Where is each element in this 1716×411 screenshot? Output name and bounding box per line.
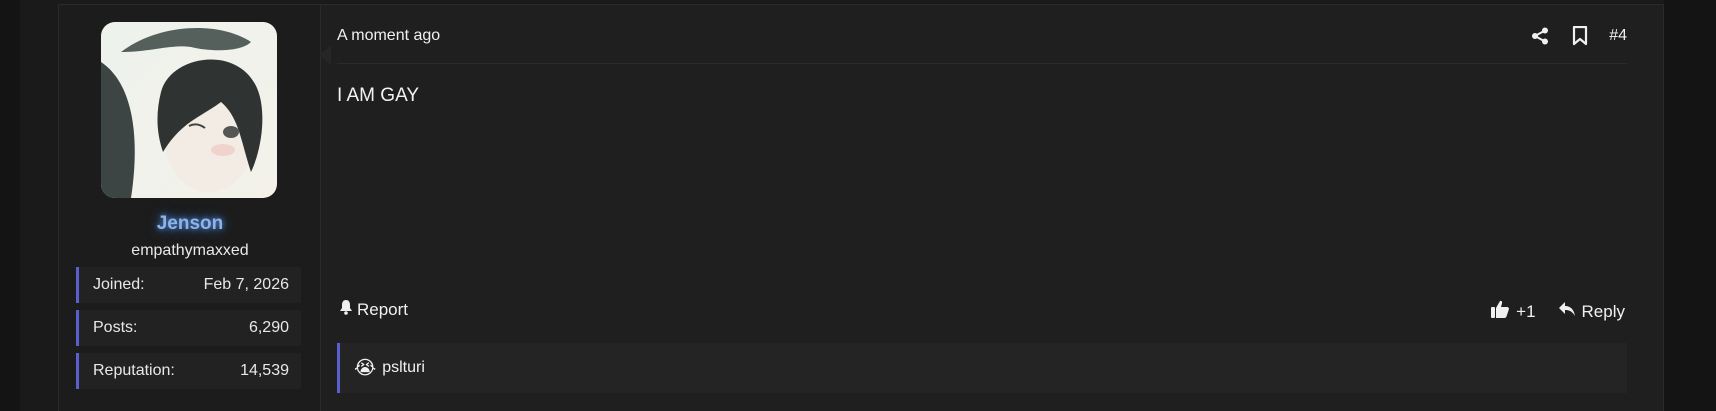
reaction-emoji: 😭 [354,357,377,379]
stat-value: Feb 7, 2026 [203,276,289,293]
stat-value: 6,290 [248,319,289,336]
post-footer-actions: +1 Reply [1490,299,1625,324]
post-number-link[interactable]: #4 [1609,27,1627,45]
stat-reputation: Reputation: 14,539 [76,353,301,389]
reply-label: Reply [1581,301,1625,321]
post-pointer [319,45,331,65]
user-sidebar: Jenson empathymaxxed Joined: Feb 7, 2026… [59,5,321,411]
user-title: empathymaxxed [131,242,249,259]
stat-label: Posts: [93,319,138,336]
post-header-actions: #4 [1529,25,1627,47]
page-column: Jenson empathymaxxed Joined: Feb 7, 2026… [20,0,1664,411]
post-header: A moment ago #4 [337,5,1627,64]
reaction-users[interactable]: pslturi [382,359,425,377]
username[interactable]: Jenson [59,213,321,235]
post-main: A moment ago #4 I AM GAY Report +1 Reply… [337,5,1663,411]
reactions-bar[interactable]: 😭 pslturi [337,343,1627,393]
thumbs-up-icon [1490,299,1510,324]
bell-icon [339,299,353,320]
report-button[interactable]: Report [339,299,408,320]
post-content: I AM GAY [337,85,420,106]
like-count: +1 [1516,301,1536,321]
stat-label: Joined: [93,276,145,293]
stat-joined: Joined: Feb 7, 2026 [76,267,301,303]
stat-value: 14,539 [240,362,289,379]
stat-posts: Posts: 6,290 [76,310,301,346]
reply-button[interactable]: Reply [1558,301,1625,322]
forum-post: Jenson empathymaxxed Joined: Feb 7, 2026… [58,4,1664,411]
share-icon[interactable] [1529,25,1551,47]
reply-icon [1558,301,1576,322]
post-timestamp[interactable]: A moment ago [337,27,440,45]
post-footer: Report +1 Reply [337,299,1627,325]
stat-label: Reputation: [93,362,175,379]
like-button[interactable]: +1 [1490,299,1536,324]
avatar[interactable] [101,22,277,198]
bookmark-icon[interactable] [1569,25,1591,47]
report-label: Report [357,299,409,319]
